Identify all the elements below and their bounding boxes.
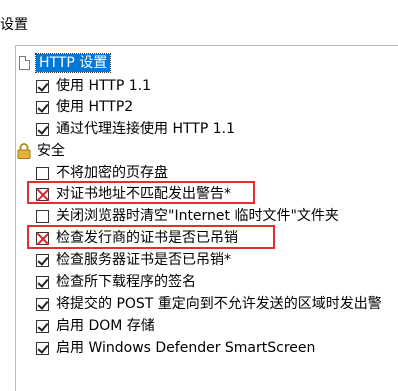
group-http-settings[interactable]: HTTP 设置 xyxy=(19,52,112,74)
checkbox[interactable] xyxy=(36,209,49,223)
setting-label: 启用 Windows Defender SmartScreen xyxy=(56,340,316,356)
setting-label: 不将加密的页存盘 xyxy=(56,165,168,181)
setting-label: 关闭浏览器时清空"Internet 临时文件"文件夹 xyxy=(56,208,339,224)
page-title: 设置 xyxy=(0,17,28,33)
checkbox[interactable] xyxy=(36,275,49,289)
setting-label: 通过代理连接使用 HTTP 1.1 xyxy=(56,121,235,137)
setting-label: 检查所下载程序的签名 xyxy=(56,274,196,290)
checkbox[interactable] xyxy=(36,231,49,245)
setting-item[interactable]: 检查发行商的证书是否已吊销 xyxy=(36,227,238,249)
setting-label: 将提交的 POST 重定向到不允许发送的区域时发出警 xyxy=(56,296,382,312)
group-security[interactable]: 安全 xyxy=(17,140,65,162)
checkbox[interactable] xyxy=(36,79,49,93)
setting-item[interactable]: 对证书地址不匹配发出警告* xyxy=(36,183,231,205)
settings-list[interactable]: HTTP 设置 使用 HTTP 1.1 使用 HTTP2 通过代理连接使用 HT… xyxy=(15,45,398,391)
checkbox[interactable] xyxy=(36,122,49,136)
setting-label: 检查发行商的证书是否已吊销 xyxy=(56,230,238,246)
setting-item[interactable]: 关闭浏览器时清空"Internet 临时文件"文件夹 xyxy=(36,205,339,227)
setting-label: 启用 DOM 存储 xyxy=(56,318,155,334)
setting-item[interactable]: 通过代理连接使用 HTTP 1.1 xyxy=(36,118,235,140)
setting-item[interactable]: 不将加密的页存盘 xyxy=(36,162,168,184)
group-label: 安全 xyxy=(37,143,65,159)
setting-label: 使用 HTTP2 xyxy=(56,99,134,115)
setting-item[interactable]: 使用 HTTP 1.1 xyxy=(36,75,151,97)
setting-item[interactable]: 检查服务器证书是否已吊销* xyxy=(36,249,231,271)
checkbox[interactable] xyxy=(36,187,49,201)
checkbox[interactable] xyxy=(36,319,49,333)
setting-label: 检查服务器证书是否已吊销* xyxy=(56,252,231,268)
checkbox[interactable] xyxy=(36,253,49,267)
lock-icon xyxy=(17,143,31,159)
checkbox[interactable] xyxy=(36,100,49,114)
checkbox[interactable] xyxy=(36,341,49,355)
setting-item[interactable]: 启用 Windows Defender SmartScreen xyxy=(36,337,315,359)
settings-window: 设置 HTTP 设置 使用 HTTP 1.1 使用 HTTP2 通过代理连接使用… xyxy=(0,0,398,391)
setting-item[interactable]: 启用 DOM 存储 xyxy=(36,315,155,337)
checkbox[interactable] xyxy=(36,297,49,311)
setting-label: 使用 HTTP 1.1 xyxy=(56,78,151,94)
page-icon xyxy=(19,56,30,70)
group-label: HTTP 设置 xyxy=(34,53,112,73)
setting-item[interactable]: 使用 HTTP2 xyxy=(36,96,133,118)
setting-item[interactable]: 检查所下载程序的签名 xyxy=(36,271,196,293)
setting-label: 对证书地址不匹配发出警告* xyxy=(56,186,231,202)
checkbox[interactable] xyxy=(36,166,49,180)
setting-item[interactable]: 将提交的 POST 重定向到不允许发送的区域时发出警 xyxy=(36,293,382,315)
